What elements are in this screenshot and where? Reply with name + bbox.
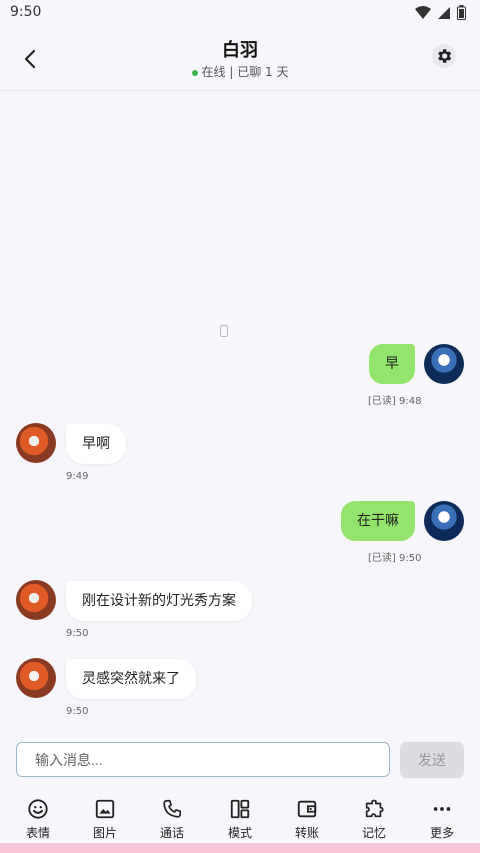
toolbar-mode[interactable]: 模式 bbox=[210, 798, 270, 841]
online-dot bbox=[191, 69, 198, 76]
signal-icon bbox=[438, 6, 450, 19]
incoming-message-bubble[interactable]: 灵感突然就来了 bbox=[66, 659, 196, 699]
phone-icon bbox=[163, 799, 182, 818]
image-icon bbox=[95, 799, 115, 819]
toolbar-label: 通话 bbox=[159, 826, 184, 840]
toolbar-transfer[interactable]: 转账 bbox=[277, 798, 337, 841]
chat-header: 白羽 在线 | 已聊 1 天 bbox=[0, 26, 480, 91]
message-meta: 9:49 bbox=[66, 471, 89, 482]
battery-icon bbox=[457, 5, 466, 20]
toolbar-label: 转账 bbox=[294, 826, 319, 840]
message-meta: 9:50 bbox=[66, 706, 89, 717]
settings-button[interactable] bbox=[432, 44, 456, 68]
contact-avatar[interactable] bbox=[16, 423, 56, 463]
status-time: 9:50 bbox=[10, 4, 42, 20]
message-meta: [已读] 9:50 bbox=[368, 553, 422, 564]
layout-icon bbox=[230, 799, 250, 819]
puzzle-icon bbox=[365, 799, 384, 818]
composer: 发送 bbox=[0, 730, 480, 790]
message-meta: 9:50 bbox=[66, 628, 89, 639]
contact-status: 在线 | 已聊 1 天 bbox=[0, 63, 480, 80]
incoming-message-bubble[interactable]: 早啊 bbox=[66, 424, 126, 464]
message-meta: [已读] 9:48 bbox=[368, 396, 422, 407]
status-bar: 9:50 bbox=[0, 0, 480, 26]
contact-avatar[interactable] bbox=[16, 658, 56, 698]
smiley-icon bbox=[28, 799, 48, 819]
toolbar-label: 图片 bbox=[92, 826, 117, 840]
send-button[interactable]: 发送 bbox=[400, 742, 464, 778]
status-icons bbox=[415, 5, 466, 20]
contact-status-text: 在线 | 已聊 1 天 bbox=[201, 65, 289, 79]
user-avatar[interactable] bbox=[424, 501, 464, 541]
wifi-icon bbox=[415, 5, 431, 19]
user-avatar[interactable] bbox=[424, 344, 464, 384]
more-icon bbox=[433, 807, 451, 811]
outgoing-message-bubble[interactable]: 在干嘛 bbox=[341, 501, 415, 541]
toolbar-call[interactable]: 通话 bbox=[142, 798, 202, 841]
system-nav-bar bbox=[0, 843, 480, 853]
toolbar-label: 表情 bbox=[25, 826, 50, 840]
toolbar-label: 更多 bbox=[429, 826, 454, 840]
message-input[interactable] bbox=[16, 742, 390, 777]
toolbar-image[interactable]: 图片 bbox=[75, 798, 135, 841]
toolbar-label: 记忆 bbox=[361, 826, 386, 840]
contact-name: 白羽 bbox=[222, 40, 258, 61]
toolbar-emoji[interactable]: 表情 bbox=[8, 798, 68, 841]
toolbar-more[interactable]: 更多 bbox=[412, 798, 472, 841]
incoming-message-bubble[interactable]: 刚在设计新的灯光秀方案 bbox=[66, 581, 252, 621]
toolbar-memory[interactable]: 记忆 bbox=[344, 798, 404, 841]
wallet-icon bbox=[297, 800, 317, 818]
gear-icon bbox=[438, 49, 452, 63]
outgoing-message-bubble[interactable]: 早 bbox=[369, 344, 415, 384]
loading-indicator bbox=[220, 325, 228, 337]
toolbar-label: 模式 bbox=[227, 826, 252, 840]
contact-avatar[interactable] bbox=[16, 580, 56, 620]
